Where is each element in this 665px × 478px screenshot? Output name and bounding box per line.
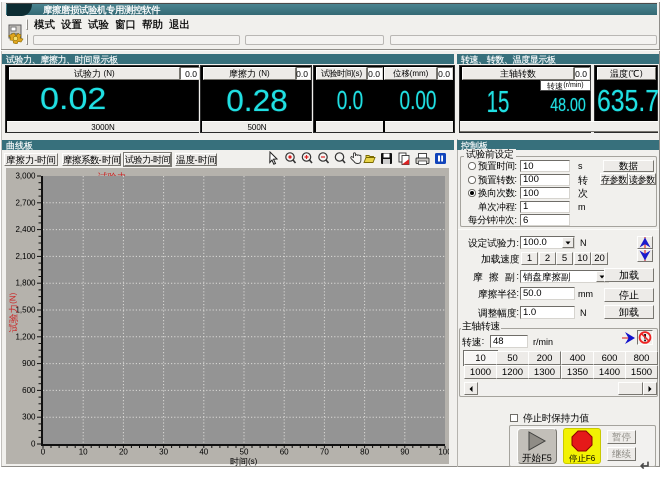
svg-text:100: 100 [438,448,449,457]
svg-text:300: 300 [22,413,36,422]
svg-text:40: 40 [199,448,208,457]
svg-text:90: 90 [400,448,409,457]
svg-text:600: 600 [22,386,36,395]
svg-text:2,100: 2,100 [15,252,36,261]
svg-text:10: 10 [79,448,88,457]
svg-text:1,800: 1,800 [15,279,36,288]
svg-text:20: 20 [119,448,128,457]
svg-text:60: 60 [280,448,289,457]
svg-text:30: 30 [159,448,168,457]
svg-text:1,500: 1,500 [15,306,36,315]
svg-text:2,700: 2,700 [15,198,36,207]
svg-text:0: 0 [41,448,46,457]
svg-text:2,400: 2,400 [15,225,36,234]
svg-text:70: 70 [320,448,329,457]
svg-text:900: 900 [22,359,36,368]
svg-text:3,000: 3,000 [15,172,36,181]
svg-text:1,200: 1,200 [15,332,36,341]
svg-text:80: 80 [360,448,369,457]
svg-text:0: 0 [31,440,36,449]
